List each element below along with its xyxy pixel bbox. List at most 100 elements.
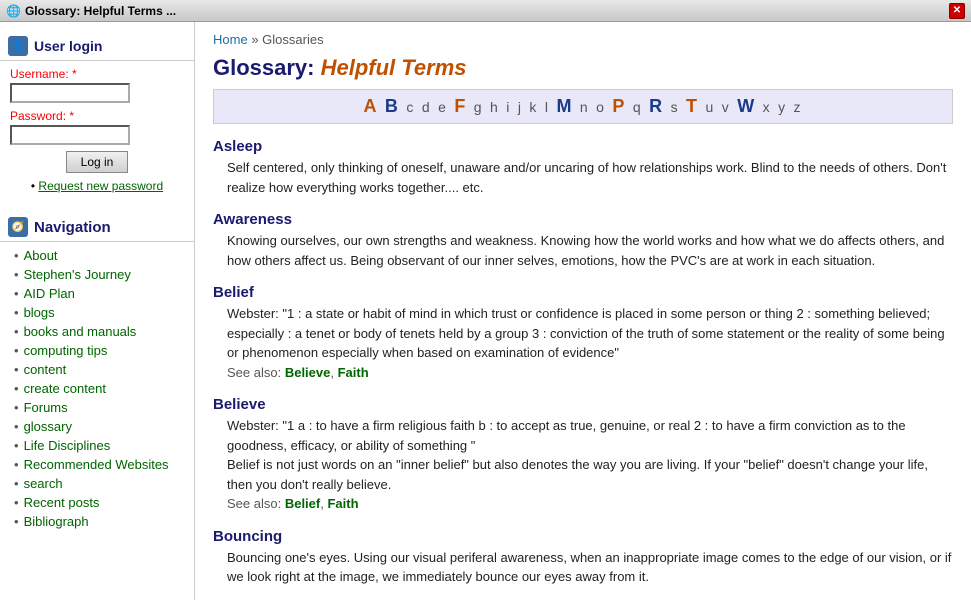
glossary-entries: Asleep Self centered, only thinking of on… bbox=[213, 138, 953, 600]
login-section-title: 👤 User login bbox=[0, 30, 194, 61]
alphabet-link[interactable]: q bbox=[633, 99, 643, 115]
see-also: See also: Believe, Faith bbox=[227, 365, 369, 380]
entry-definition: Webster: "1 a : to have a firm religious… bbox=[213, 416, 953, 514]
alphabet-bar: A B c d e F g h i j k l M n o P q R s T … bbox=[213, 89, 953, 124]
list-item: Forums bbox=[0, 398, 194, 417]
entry-term: Asleep bbox=[213, 138, 953, 155]
list-item: create content bbox=[0, 379, 194, 398]
alphabet-link[interactable]: n bbox=[580, 99, 590, 115]
titlebar: 🌐 Glossary: Helpful Terms ... ✕ bbox=[0, 0, 971, 22]
alphabet-link[interactable]: c bbox=[406, 99, 415, 115]
page-title: Glossary: Helpful Terms bbox=[213, 55, 953, 81]
nav-link[interactable]: Recent posts bbox=[24, 495, 100, 510]
nav-link[interactable]: books and manuals bbox=[24, 324, 137, 339]
alphabet-link[interactable]: h bbox=[490, 99, 500, 115]
list-item: Bibliograph bbox=[0, 512, 194, 531]
breadcrumb-home[interactable]: Home bbox=[213, 32, 248, 47]
alphabet-link[interactable]: l bbox=[545, 99, 550, 115]
glossary-entry: Believe Webster: "1 a : to have a firm re… bbox=[213, 396, 953, 514]
alphabet-link[interactable]: A bbox=[363, 96, 378, 116]
username-label: Username: * bbox=[10, 67, 184, 81]
alphabet-link[interactable]: i bbox=[506, 99, 511, 115]
username-input[interactable] bbox=[10, 83, 130, 103]
list-item: blogs bbox=[0, 303, 194, 322]
titlebar-title: Glossary: Helpful Terms ... bbox=[25, 4, 176, 18]
request-password: • Request new password bbox=[10, 179, 184, 193]
alphabet-link[interactable]: v bbox=[722, 99, 731, 115]
user-icon: 👤 bbox=[8, 36, 28, 56]
sidebar: 👤 User login Username: * Password: * Log… bbox=[0, 22, 195, 600]
glossary-entry: Awareness Knowing ourselves, our own stre… bbox=[213, 211, 953, 270]
nav-link[interactable]: content bbox=[24, 362, 67, 377]
list-item: content bbox=[0, 360, 194, 379]
list-item: Life Disciplines bbox=[0, 436, 194, 455]
list-item: computing tips bbox=[0, 341, 194, 360]
nav-link[interactable]: About bbox=[24, 248, 58, 263]
alphabet-link[interactable]: F bbox=[454, 96, 467, 116]
alphabet-link[interactable]: g bbox=[474, 99, 484, 115]
entry-term: Awareness bbox=[213, 211, 953, 228]
nav-link[interactable]: glossary bbox=[24, 419, 72, 434]
entry-definition: Webster: "1 : a state or habit of mind i… bbox=[213, 304, 953, 382]
password-input[interactable] bbox=[10, 125, 130, 145]
alphabet-link[interactable]: z bbox=[794, 99, 803, 115]
see-also-link[interactable]: Believe bbox=[285, 365, 331, 380]
breadcrumb: Home » Glossaries bbox=[213, 32, 953, 47]
list-item: About bbox=[0, 246, 194, 265]
alphabet-link[interactable]: k bbox=[529, 99, 538, 115]
alphabet-link[interactable]: x bbox=[763, 99, 772, 115]
list-item: Recent posts bbox=[0, 493, 194, 512]
nav-section: 🧭 Navigation About Stephen's Journey AID P… bbox=[0, 209, 194, 535]
nav-link[interactable]: computing tips bbox=[24, 343, 108, 358]
entry-definition: Knowing ourselves, our own strengths and… bbox=[213, 231, 953, 270]
alphabet-link[interactable]: u bbox=[705, 99, 715, 115]
login-form: Username: * Password: * Log in • Request… bbox=[0, 61, 194, 199]
login-button[interactable]: Log in bbox=[66, 151, 129, 173]
alphabet-link[interactable]: o bbox=[596, 99, 606, 115]
alphabet-link[interactable]: s bbox=[671, 99, 680, 115]
request-password-link[interactable]: Request new password bbox=[38, 179, 163, 193]
nav-link[interactable]: Life Disciplines bbox=[24, 438, 111, 453]
glossary-entry: BeliefWebster: "1 : a state or habit of … bbox=[213, 284, 953, 382]
close-button[interactable]: ✕ bbox=[949, 3, 965, 19]
nav-link[interactable]: search bbox=[24, 476, 63, 491]
see-also-link[interactable]: Belief bbox=[285, 496, 320, 511]
nav-link[interactable]: Stephen's Journey bbox=[24, 267, 131, 282]
nav-link[interactable]: Recommended Websites bbox=[24, 457, 169, 472]
alphabet-link[interactable]: T bbox=[686, 96, 699, 116]
see-also-link[interactable]: Faith bbox=[338, 365, 369, 380]
nav-link[interactable]: Forums bbox=[24, 400, 68, 415]
list-item: glossary bbox=[0, 417, 194, 436]
nav-title: 🧭 Navigation bbox=[0, 209, 194, 242]
list-item: Stephen's Journey bbox=[0, 265, 194, 284]
alphabet-link[interactable]: P bbox=[612, 96, 626, 116]
nav-link[interactable]: AID Plan bbox=[24, 286, 75, 301]
nav-list: About Stephen's Journey AID Plan blogs books… bbox=[0, 242, 194, 535]
entry-definition: Self centered, only thinking of oneself,… bbox=[213, 158, 953, 197]
alphabet-link[interactable]: W bbox=[737, 96, 756, 116]
alphabet-link[interactable]: e bbox=[438, 99, 448, 115]
nav-link[interactable]: Bibliograph bbox=[24, 514, 89, 529]
alphabet-link[interactable]: j bbox=[518, 99, 523, 115]
main-content: Home » Glossaries Glossary: Helpful Term… bbox=[195, 22, 971, 600]
list-item: books and manuals bbox=[0, 322, 194, 341]
alphabet-link[interactable]: y bbox=[778, 99, 787, 115]
nav-link[interactable]: create content bbox=[24, 381, 106, 396]
alphabet-link[interactable]: R bbox=[649, 96, 664, 116]
glossary-entry: BouncingBouncing one's eyes. Using our v… bbox=[213, 528, 953, 587]
alphabet-link[interactable]: B bbox=[385, 96, 400, 116]
titlebar-icon: 🌐 bbox=[6, 4, 21, 18]
list-item: AID Plan bbox=[0, 284, 194, 303]
entry-definition: Bouncing one's eyes. Using our visual pe… bbox=[213, 548, 953, 587]
glossary-entry: Asleep Self centered, only thinking of on… bbox=[213, 138, 953, 197]
list-item: search bbox=[0, 474, 194, 493]
entry-term: Believe bbox=[213, 396, 953, 413]
alphabet-link[interactable]: d bbox=[422, 99, 432, 115]
login-section: 👤 User login Username: * Password: * Log… bbox=[0, 30, 194, 199]
see-also: See also: Belief, Faith bbox=[227, 496, 359, 511]
nav-link[interactable]: blogs bbox=[24, 305, 55, 320]
see-also-link[interactable]: Faith bbox=[327, 496, 358, 511]
password-label: Password: * bbox=[10, 109, 184, 123]
alphabet-link[interactable]: M bbox=[556, 96, 573, 116]
nav-icon: 🧭 bbox=[8, 217, 28, 237]
